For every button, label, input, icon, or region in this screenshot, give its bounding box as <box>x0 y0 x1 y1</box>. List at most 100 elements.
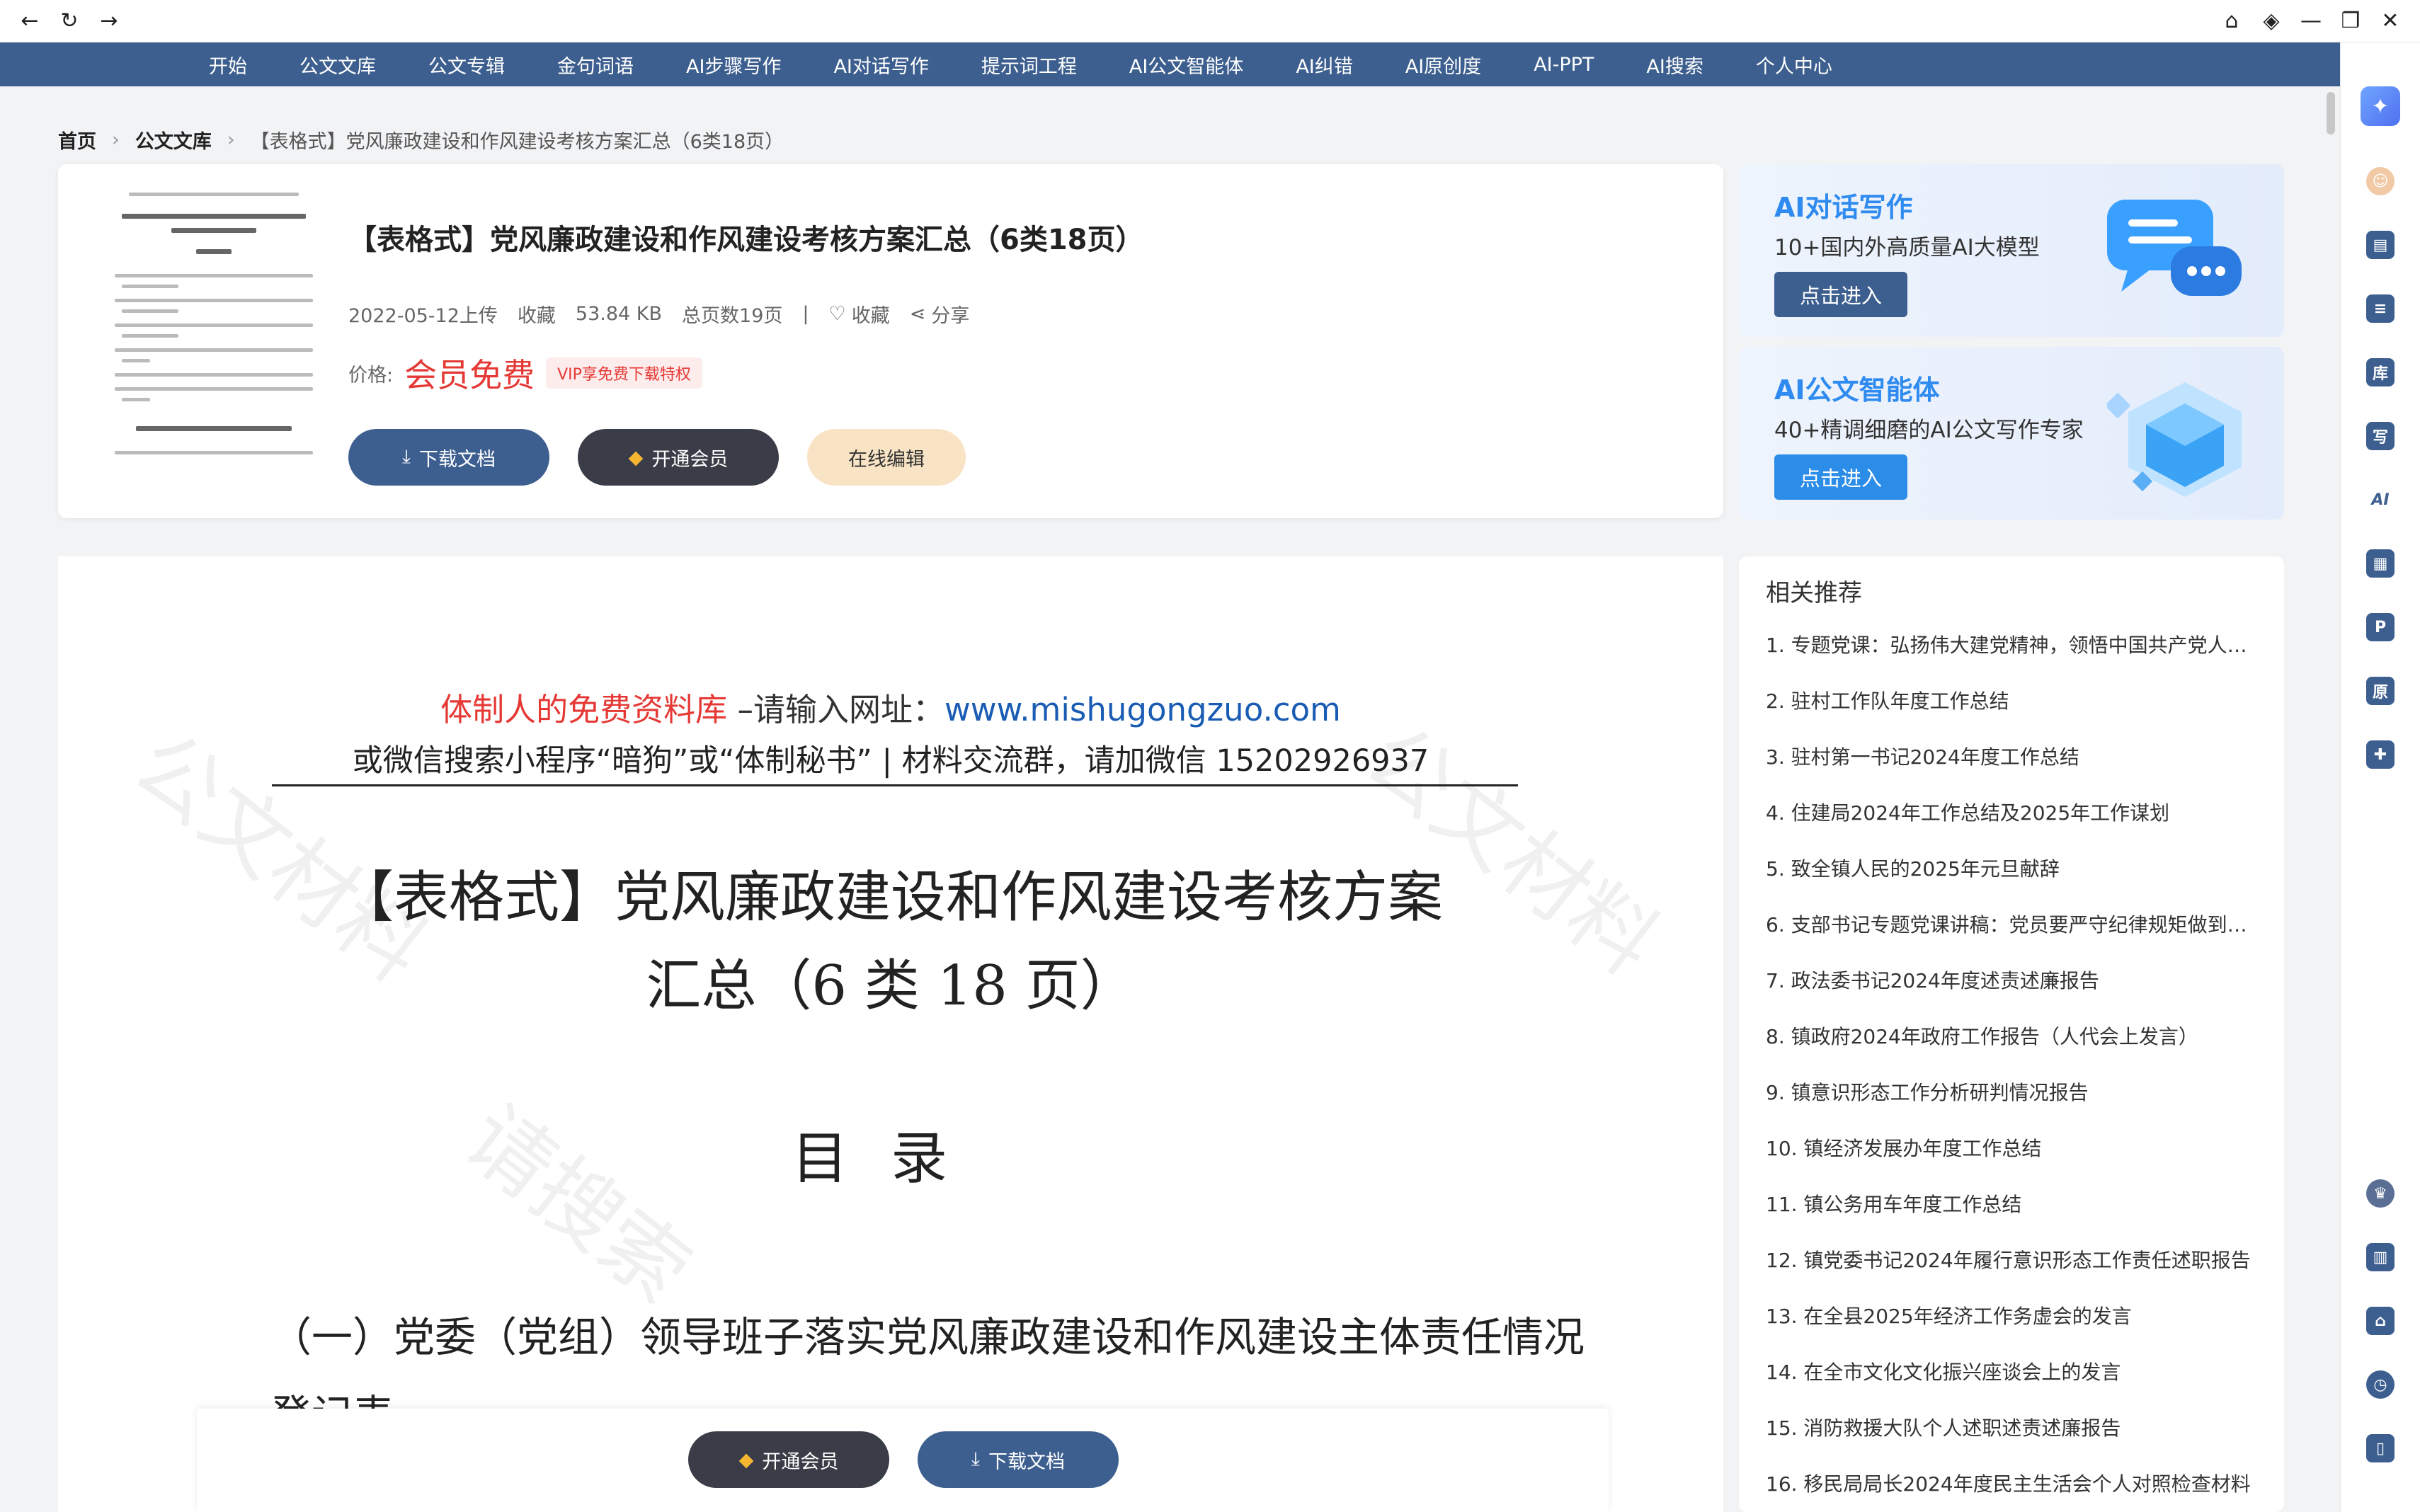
promo-ai-agent[interactable]: AI公文智能体 40+精调细磨的AI公文写作专家 点击进入 <box>1739 347 2284 520</box>
avatar-icon[interactable]: ☺ <box>2366 167 2395 195</box>
preview-header-rule <box>272 784 1518 786</box>
nav-item-ai-step-writing[interactable]: AI步骤写作 <box>686 51 781 79</box>
share-label: 分享 <box>931 305 970 327</box>
gift-icon[interactable]: ✚ <box>2366 740 2395 769</box>
home-icon[interactable]: ⌂ <box>2218 7 2246 35</box>
nav-item-ai-originality[interactable]: AI原创度 <box>1405 51 1481 79</box>
browser-titlebar: ← ↻ → ⌂ ◈ — ❐ ✕ <box>0 0 2420 42</box>
watermark-text: 请搜索 <box>446 1087 708 1322</box>
document-icon[interactable]: ≡ <box>2366 294 2395 323</box>
home-nav-icon[interactable]: ⌂ <box>2366 1307 2395 1335</box>
related-list: 1. 专题党课：弘扬伟大建党精神，领悟中国共产党人精神谱系 2. 驻村工作队年度… <box>1766 631 2261 1512</box>
related-item[interactable]: 15. 消防救援大队个人述职述责述廉报告 <box>1766 1414 2261 1470</box>
document-title: 【表格式】党风廉政建设和作风建设考核方案汇总（6类18页） <box>348 224 1144 256</box>
float-download-button[interactable]: ⤓ 下载文档 <box>918 1431 1119 1488</box>
preview-header-red: 体制人的免费资料库 <box>440 691 728 728</box>
related-item[interactable]: 10. 镇经济发展办年度工作总结 <box>1766 1135 2261 1191</box>
back-icon[interactable]: ← <box>16 7 44 35</box>
nav-item-start[interactable]: 开始 <box>209 51 247 79</box>
document-thumbnail[interactable] <box>108 185 320 483</box>
refresh-icon[interactable]: ↻ <box>55 7 84 35</box>
related-item[interactable]: 5. 致全镇人民的2025年元旦献辞 <box>1766 855 2261 911</box>
page-scrollbar[interactable] <box>2325 86 2336 1512</box>
right-sidebar: ✦ ☺ ▤ ≡ 库 写 AI ▦ P 原 ✚ ♛ ▥ ⌂ ◷ ▯ <box>2340 42 2420 1512</box>
favorite-button[interactable]: ♡ 收藏 <box>829 300 890 328</box>
write-icon[interactable]: 写 <box>2366 422 2395 450</box>
minimize-icon[interactable]: — <box>2297 7 2325 35</box>
ai-icon[interactable]: AI <box>2366 486 2395 514</box>
promo-description: 40+精调细磨的AI公文写作专家 <box>1774 418 2084 443</box>
related-item[interactable]: 6. 支部书记专题党课讲稿：党员要严守纪律规矩做到令行禁止 <box>1766 911 2261 967</box>
nav-item-ai-correction[interactable]: AI纠错 <box>1296 51 1352 79</box>
nav-item-phrases[interactable]: 金句词语 <box>557 51 634 79</box>
vip-tag[interactable]: VIP享免费下载特权 <box>546 357 702 389</box>
breadcrumb-library[interactable]: 公文文库 <box>135 126 212 154</box>
online-edit-button[interactable]: 在线编辑 <box>807 429 966 486</box>
nav-item-albums[interactable]: 公文专辑 <box>428 51 505 79</box>
history-icon[interactable]: ◷ <box>2366 1370 2395 1399</box>
promo-title: AI对话写作 <box>1774 192 1913 223</box>
toolbox-icon[interactable]: ▤ <box>2366 231 2395 259</box>
nav-item-ai-chat-writing[interactable]: AI对话写作 <box>833 51 928 79</box>
related-recommendations: 相关推荐 1. 专题党课：弘扬伟大建党精神，领悟中国共产党人精神谱系 2. 驻村… <box>1739 556 2284 1512</box>
related-item[interactable]: 12. 镇党委书记2024年履行意识形态工作责任述职报告 <box>1766 1247 2261 1302</box>
original-icon[interactable]: 原 <box>2366 677 2395 705</box>
related-item[interactable]: 4. 住建局2024年工作总结及2025年工作谋划 <box>1766 799 2261 855</box>
related-item[interactable]: 9. 镇意识形态工作分析研判情况报告 <box>1766 1079 2261 1135</box>
forward-icon[interactable]: → <box>95 7 123 35</box>
related-item[interactable]: 1. 专题党课：弘扬伟大建党精神，领悟中国共产党人精神谱系 <box>1766 631 2261 687</box>
phone-icon[interactable]: ▯ <box>2366 1434 2395 1462</box>
online-edit-label: 在线编辑 <box>848 448 925 471</box>
breadcrumb-chevron-icon: › <box>227 129 235 151</box>
ai-assistant-icon[interactable]: ✦ <box>2361 86 2400 126</box>
preview-header-mid: –请输入网址： <box>727 691 944 728</box>
scrollbar-thumb[interactable] <box>2327 92 2335 134</box>
favorite-label: 收藏 <box>851 305 890 327</box>
related-item[interactable]: 16. 移民局局长2024年度民主生活会个人对照检查材料 <box>1766 1470 2261 1512</box>
related-item[interactable]: 8. 镇政府2024年政府工作报告（人代会上发言） <box>1766 1023 2261 1079</box>
promo-enter-button[interactable]: 点击进入 <box>1774 454 1907 500</box>
related-item[interactable]: 14. 在全市文化文化振兴座谈会上的发言 <box>1766 1358 2261 1414</box>
price-row: 价格: 会员免费 VIP享免费下载特权 <box>348 350 702 396</box>
share-button[interactable]: ⋖ 分享 <box>910 300 970 328</box>
promo-title: AI公文智能体 <box>1774 374 1940 406</box>
related-item[interactable]: 11. 镇公务用车年度工作总结 <box>1766 1191 2261 1247</box>
nav-item-prompt-engineering[interactable]: 提示词工程 <box>981 51 1077 79</box>
open-member-button[interactable]: ◆ 开通会员 <box>578 429 779 486</box>
nav-item-ai-ppt[interactable]: AI-PPT <box>1534 54 1594 76</box>
promo-ai-chat-writing[interactable]: AI对话写作 10+国内外高质量AI大模型 点击进入 <box>1739 164 2284 337</box>
vip-crown-icon[interactable]: ♛ <box>2366 1179 2395 1208</box>
file-size: 53.84 KB <box>575 303 663 325</box>
close-icon[interactable]: ✕ <box>2376 7 2404 35</box>
promo-enter-button[interactable]: 点击进入 <box>1774 272 1907 317</box>
nav-item-library[interactable]: 公文文库 <box>299 51 376 79</box>
nav-item-ai-search[interactable]: AI搜索 <box>1646 51 1703 79</box>
float-open-member-button[interactable]: ◆ 开通会员 <box>688 1431 889 1488</box>
ppt-icon[interactable]: P <box>2366 613 2395 641</box>
chart-icon[interactable]: ▥ <box>2366 1243 2395 1271</box>
price-label: 价格: <box>348 364 394 386</box>
notes-icon[interactable]: ▦ <box>2366 549 2395 578</box>
download-icon: ⤓ <box>402 446 411 468</box>
restore-icon[interactable]: ❐ <box>2336 7 2365 35</box>
related-item[interactable]: 3. 驻村第一书记2024年度工作总结 <box>1766 743 2261 799</box>
shield-icon[interactable]: ◈ <box>2257 7 2285 35</box>
document-meta: 2022-05-12上传 收藏 53.84 KB 总页数19页 | ♡ 收藏 ⋖… <box>348 300 969 328</box>
breadcrumb-home[interactable]: 首页 <box>58 126 96 154</box>
related-item[interactable]: 7. 政法委书记2024年度述责述廉报告 <box>1766 967 2261 1023</box>
preview-header-url[interactable]: www.mishugongzuo.com <box>944 691 1341 728</box>
breadcrumb-current: 【表格式】党风廉政建设和作风建设考核方案汇总（6类18页） <box>250 131 784 153</box>
library-icon[interactable]: 库 <box>2366 358 2395 386</box>
preview-title-line2: 汇总（6 类 18 页） <box>646 954 1136 1018</box>
download-button[interactable]: ⤓ 下载文档 <box>348 429 549 486</box>
nav-item-ai-agent[interactable]: AI公文智能体 <box>1129 51 1243 79</box>
related-item[interactable]: 13. 在全县2025年经济工作务虚会的发言 <box>1766 1302 2261 1358</box>
nav-item-user-center[interactable]: 个人中心 <box>1756 51 1832 79</box>
related-item[interactable]: 2. 驻村工作队年度工作总结 <box>1766 687 2261 743</box>
share-icon: ⋖ <box>909 303 926 325</box>
breadcrumb: 首页 › 公文文库 › 【表格式】党风廉政建设和作风建设考核方案汇总（6类18页… <box>58 126 784 154</box>
float-open-member-label: 开通会员 <box>762 1450 839 1473</box>
floating-action-bar: ◆ 开通会员 ⤓ 下载文档 <box>197 1409 1609 1512</box>
document-preview[interactable]: 公文材料 请搜索 公文材料 体制人的免费资料库 –请输入网址：www.mishu… <box>58 556 1723 1512</box>
preview-toc-heading: 目录 <box>792 1126 990 1191</box>
